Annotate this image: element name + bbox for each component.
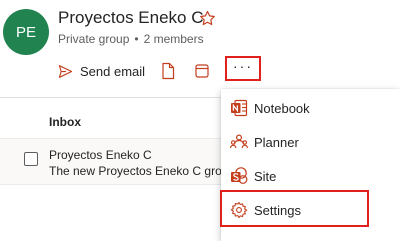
send-icon — [58, 64, 73, 78]
menu-item-site[interactable]: Site — [221, 159, 400, 193]
group-privacy: Private group — [58, 32, 130, 46]
more-dots-icon: ··· — [233, 58, 253, 74]
menu-item-label: Planner — [254, 134, 299, 150]
group-title: Proyectos Eneko C — [58, 8, 204, 27]
calendar-icon[interactable] — [194, 62, 210, 80]
planner-icon — [230, 134, 248, 149]
menu-item-label: Site — [254, 168, 277, 184]
inbox-heading: Inbox — [49, 115, 81, 129]
send-email-label: Send email — [80, 63, 146, 79]
row-checkbox[interactable] — [24, 152, 38, 166]
group-members[interactable]: 2 members — [144, 32, 204, 46]
sharepoint-icon — [231, 167, 248, 184]
menu-item-label: Settings — [254, 202, 301, 218]
gear-icon — [230, 201, 248, 219]
onenote-icon — [231, 99, 248, 117]
group-meta: Private group • 2 members — [58, 32, 204, 46]
menu-item-label: Notebook — [254, 100, 310, 116]
group-avatar[interactable]: PE — [3, 9, 49, 55]
menu-item-planner[interactable]: Planner — [221, 125, 400, 159]
row-sender: Proyectos Eneko C — [49, 148, 152, 162]
send-email-button[interactable]: Send email — [58, 60, 145, 82]
more-options-button[interactable]: ··· — [225, 56, 261, 81]
meta-separator: • — [134, 32, 139, 46]
files-icon[interactable] — [160, 62, 176, 80]
avatar-initials: PE — [15, 23, 36, 41]
menu-item-notebook[interactable]: Notebook — [221, 91, 400, 125]
menu-item-settings[interactable]: Settings — [221, 193, 400, 227]
star-favorite-icon[interactable] — [199, 10, 216, 27]
more-options-menu: Notebook Planner Site Settings — [221, 89, 400, 241]
